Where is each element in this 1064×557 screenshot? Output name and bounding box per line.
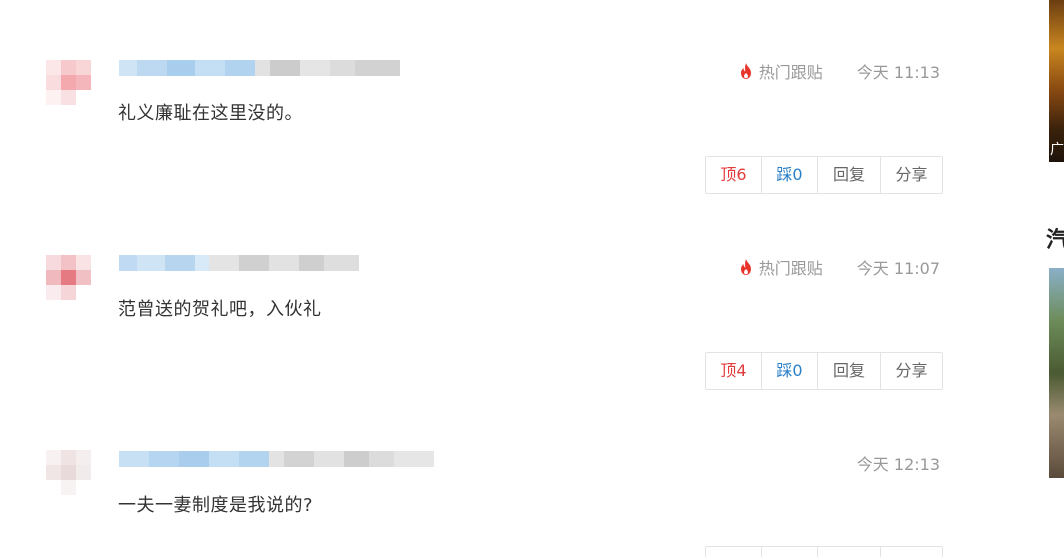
downvote-button[interactable] bbox=[762, 547, 818, 557]
flame-icon bbox=[740, 259, 751, 275]
hot-label: 热门跟贴 bbox=[758, 63, 823, 82]
avatar[interactable] bbox=[46, 255, 106, 315]
sidebar-image-caption: 广 bbox=[1050, 142, 1064, 158]
share-button[interactable] bbox=[881, 547, 942, 557]
comment-meta: 热门跟贴 今天 11:07 bbox=[738, 255, 940, 279]
comment-actions: 顶4 踩0 回复 分享 bbox=[705, 352, 943, 390]
comment-actions bbox=[705, 546, 943, 557]
comment-content: 礼义廉耻在这里没的。 bbox=[118, 103, 303, 124]
comment-content: 一夫一妻制度是我说的? bbox=[118, 495, 314, 516]
comment-time: 今天 11:07 bbox=[856, 259, 940, 278]
hot-label: 热门跟贴 bbox=[758, 259, 823, 278]
flame-icon bbox=[740, 63, 751, 79]
username-blurred[interactable] bbox=[119, 255, 359, 271]
username-blurred[interactable] bbox=[119, 60, 400, 76]
downvote-button[interactable]: 踩0 bbox=[762, 157, 818, 193]
sidebar-ad-image[interactable]: 广 bbox=[1049, 0, 1064, 162]
comment-content: 范曾送的贺礼吧，入伙礼 bbox=[118, 299, 322, 320]
avatar[interactable] bbox=[46, 60, 106, 120]
upvote-button[interactable]: 顶4 bbox=[706, 353, 762, 389]
comment-actions: 顶6 踩0 回复 分享 bbox=[705, 156, 943, 194]
upvote-button[interactable]: 顶6 bbox=[706, 157, 762, 193]
hot-badge: 热门跟贴 bbox=[738, 59, 823, 83]
sidebar-section-title: 汽 bbox=[1046, 228, 1064, 253]
username-blurred[interactable] bbox=[119, 451, 434, 467]
sidebar-news-image[interactable] bbox=[1049, 268, 1064, 478]
share-button[interactable]: 分享 bbox=[881, 353, 942, 389]
comment-time: 今天 12:13 bbox=[856, 455, 940, 474]
comment-meta: 热门跟贴 今天 11:13 bbox=[738, 59, 940, 83]
hot-badge: 热门跟贴 bbox=[738, 255, 823, 279]
reply-button[interactable]: 回复 bbox=[818, 157, 881, 193]
avatar[interactable] bbox=[46, 450, 106, 510]
reply-button[interactable] bbox=[818, 547, 881, 557]
upvote-button[interactable] bbox=[706, 547, 762, 557]
comment-time: 今天 11:13 bbox=[856, 63, 940, 82]
reply-button[interactable]: 回复 bbox=[818, 353, 881, 389]
downvote-button[interactable]: 踩0 bbox=[762, 353, 818, 389]
comment-meta: 今天 12:13 bbox=[856, 453, 940, 474]
share-button[interactable]: 分享 bbox=[881, 157, 942, 193]
comments-page: 热门跟贴 今天 11:13 礼义廉耻在这里没的。 顶6 踩0 回复 分享 热门跟… bbox=[0, 0, 1064, 557]
